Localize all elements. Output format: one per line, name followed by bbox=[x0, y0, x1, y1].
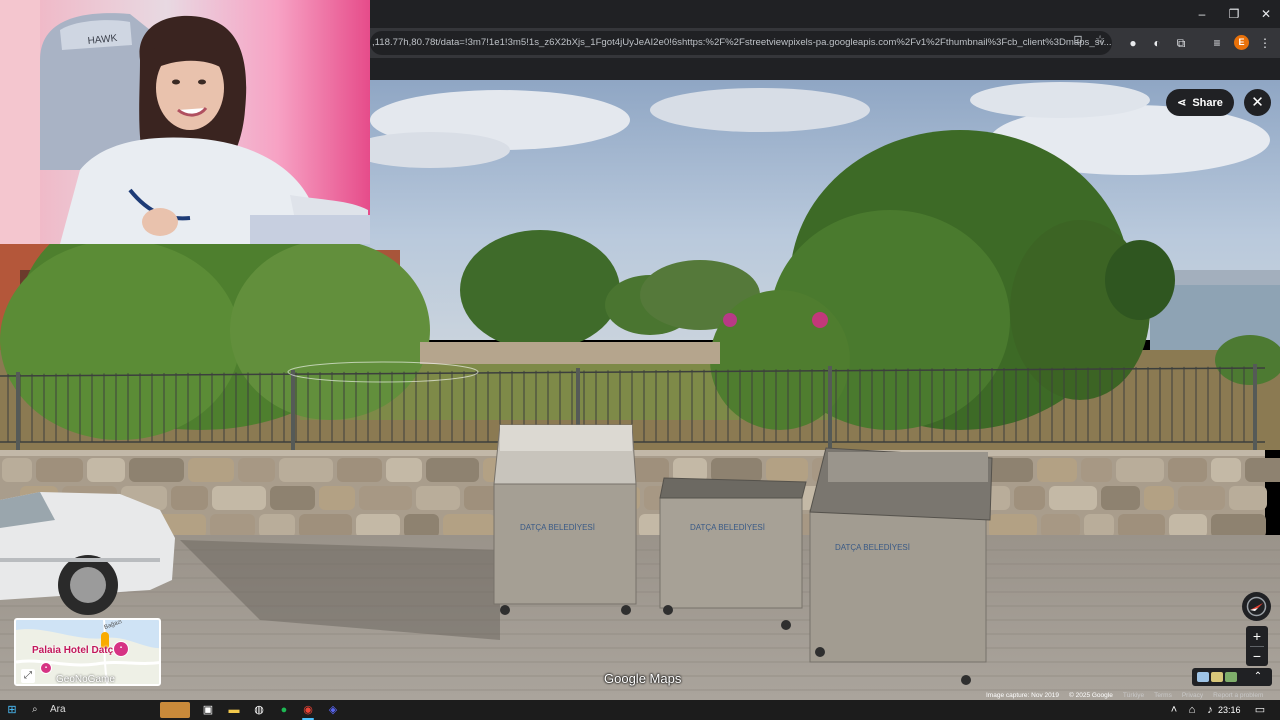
close-streetview-button[interactable]: ✕ bbox=[1244, 89, 1271, 116]
windows-start-icon[interactable]: ⊞ bbox=[4, 702, 20, 718]
bin-label: DATÇA BELEDİYESİ bbox=[690, 523, 765, 532]
bin-label: DATÇA BELEDİYESİ bbox=[835, 543, 910, 552]
google-maps-logo: Google Maps bbox=[604, 671, 682, 686]
zoom-in-button[interactable]: + bbox=[1246, 626, 1268, 646]
compass-icon[interactable] bbox=[1242, 592, 1271, 621]
chevron-up-icon[interactable]: ⌃ bbox=[1251, 670, 1265, 684]
restore-button[interactable]: ❐ bbox=[1218, 0, 1250, 28]
taskbar-clock[interactable]: 23:16 bbox=[1218, 702, 1241, 718]
menu-icon[interactable]: ⋮ bbox=[1257, 35, 1273, 51]
stream-watermark: GeoNoGame bbox=[56, 674, 115, 685]
puzzle-icon[interactable]: ⧉ bbox=[1173, 35, 1189, 51]
layer-thumbnail[interactable] bbox=[1211, 672, 1223, 682]
share-button[interactable]: ⋖ Share bbox=[1166, 89, 1234, 116]
extension-icon[interactable]: ● bbox=[1125, 35, 1141, 51]
chevron-up-icon[interactable]: ˄ bbox=[1166, 702, 1182, 718]
install-icon[interactable]: ⊡ bbox=[1071, 33, 1085, 47]
page-header-band bbox=[370, 58, 1280, 80]
task-view-icon[interactable]: ▣ bbox=[200, 702, 216, 718]
search-highlight-icon[interactable] bbox=[160, 702, 190, 718]
place-pin-icon[interactable]: ▪ bbox=[40, 662, 52, 674]
garbage-bin bbox=[659, 477, 807, 630]
app-icon[interactable]: ◍ bbox=[251, 702, 267, 718]
zoom-control: + − bbox=[1246, 626, 1268, 666]
discord-icon[interactable]: ◈ bbox=[325, 702, 341, 718]
webcam-overlay: HAWK bbox=[0, 0, 370, 244]
extension-icon[interactable]: ◐ bbox=[1149, 35, 1165, 51]
zoom-out-button[interactable]: − bbox=[1246, 646, 1268, 666]
garbage-bin bbox=[493, 424, 637, 615]
address-bar[interactable]: ,118.77h,80.78t/data=!3m7!1e1!3m5!1s_z6X… bbox=[370, 31, 1112, 55]
minimap[interactable]: Bağazi Palaia Hotel Datça ▪ ▪ ⤢ GeoNoGam… bbox=[14, 618, 161, 686]
expand-map-icon[interactable]: ⤢ bbox=[21, 669, 35, 683]
spotify-icon[interactable]: ● bbox=[276, 702, 292, 718]
layer-thumbnail[interactable] bbox=[1197, 672, 1209, 682]
taskbar-search[interactable]: Ara bbox=[26, 702, 146, 718]
close-window-button[interactable]: ✕ bbox=[1250, 0, 1280, 28]
garbage-bin bbox=[809, 447, 993, 685]
url-text: ,118.77h,80.78t/data=!3m7!1e1!3m5!1s_z6X… bbox=[372, 37, 1112, 48]
minimize-button[interactable]: – bbox=[1186, 0, 1218, 28]
profile-avatar[interactable]: E bbox=[1234, 35, 1249, 50]
hotel-pin-icon[interactable]: ▪ bbox=[113, 641, 129, 657]
share-icon: ⋖ bbox=[1177, 97, 1187, 109]
volume-icon[interactable]: ♪ bbox=[1202, 702, 1218, 718]
network-icon[interactable]: ⌂ bbox=[1184, 702, 1200, 718]
media-icon[interactable]: ≡ bbox=[1209, 35, 1225, 51]
minimap-place-label: Palaia Hotel Datça bbox=[32, 645, 119, 656]
file-explorer-icon[interactable]: ▬ bbox=[226, 702, 242, 718]
layer-thumbnail[interactable] bbox=[1225, 672, 1237, 682]
bin-label: DATÇA BELEDİYESİ bbox=[520, 523, 595, 532]
chrome-icon[interactable]: ◉ bbox=[300, 702, 316, 718]
star-icon[interactable]: ☆ bbox=[1093, 33, 1107, 47]
notification-icon[interactable]: ▭ bbox=[1252, 702, 1268, 718]
taskbar-search-label: Ara bbox=[50, 704, 66, 715]
share-label: Share bbox=[1192, 96, 1223, 109]
windows-taskbar: ⊞ ⌕ Ara ▣ ▬ ◍ ● ◉ ◈ ˄ ⌂ ♪ 23:16 ▭ bbox=[0, 700, 1280, 720]
